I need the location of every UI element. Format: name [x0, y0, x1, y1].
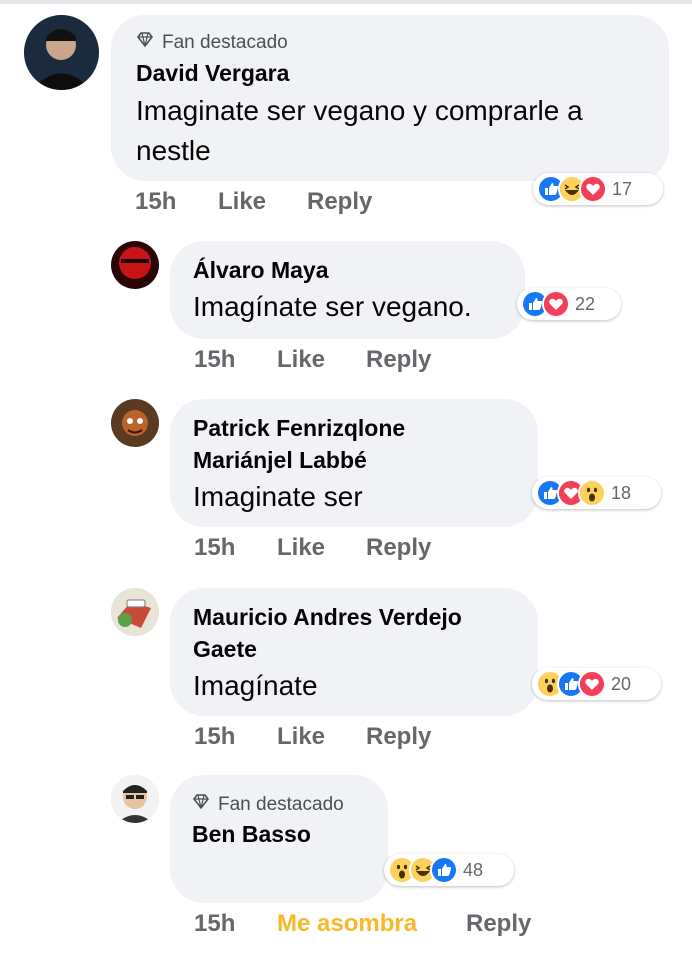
love-reaction-icon: [542, 290, 570, 318]
reply-button[interactable]: Reply: [366, 534, 431, 562]
comment-bubble: Álvaro Maya Imagínate ser vegano.: [170, 241, 525, 339]
like-button[interactable]: Like: [277, 346, 325, 374]
like-button[interactable]: Like: [218, 188, 266, 216]
reaction-summary[interactable]: 17: [533, 173, 663, 205]
author-name-line: Mariánjel Labbé: [193, 447, 367, 473]
fan-badge: Fan destacado: [192, 793, 344, 817]
comment-text-line: Imaginate ser vegano y comprarle a: [136, 95, 583, 126]
avatar[interactable]: [111, 775, 159, 823]
author-name[interactable]: Mauricio Andres Verdejo Gaete: [193, 601, 462, 665]
timestamp[interactable]: 15h: [135, 188, 176, 216]
author-name[interactable]: David Vergara: [136, 57, 289, 89]
author-name-line: Patrick Fenrizqlone: [193, 415, 406, 441]
timestamp[interactable]: 15h: [194, 723, 235, 751]
author-name[interactable]: Ben Basso: [192, 818, 311, 850]
reaction-count: 20: [611, 673, 632, 694]
avatar[interactable]: [111, 588, 159, 636]
like-button[interactable]: Like: [277, 723, 325, 751]
timestamp[interactable]: 15h: [194, 910, 235, 938]
love-reaction-icon: [578, 670, 606, 698]
reply-button[interactable]: Reply: [466, 910, 531, 938]
reaction-summary[interactable]: 22: [517, 288, 621, 320]
diamond-badge-icon: [136, 31, 154, 55]
avatar[interactable]: [111, 399, 159, 447]
comment-bubble: Patrick Fenrizqlone Mariánjel Labbé Imag…: [170, 399, 538, 527]
author-name[interactable]: Patrick Fenrizqlone Mariánjel Labbé: [193, 412, 405, 476]
reaction-count: 22: [575, 293, 596, 314]
diamond-badge-icon: [192, 793, 210, 817]
comment-text: Imagínate: [193, 670, 318, 701]
timestamp[interactable]: 15h: [194, 534, 235, 562]
author-name-line: Gaete: [193, 636, 257, 662]
like-reaction-icon: [430, 856, 458, 884]
author-name[interactable]: Álvaro Maya: [193, 254, 329, 286]
comment-text: Imagínate ser vegano.: [193, 291, 472, 322]
timestamp[interactable]: 15h: [194, 346, 235, 374]
author-name-line: Mauricio Andres Verdejo: [193, 604, 462, 630]
reaction-button[interactable]: Me asombra: [277, 910, 417, 938]
comment-bubble: Mauricio Andres Verdejo Gaete Imagínate: [170, 588, 538, 716]
top-divider: [0, 0, 692, 4]
comment-bubble: Fan destacado David Vergara Imaginate se…: [111, 15, 669, 181]
fan-badge: Fan destacado: [136, 31, 288, 55]
reaction-summary[interactable]: 18: [532, 477, 661, 509]
reply-button[interactable]: Reply: [366, 723, 431, 751]
avatar[interactable]: [24, 15, 99, 90]
badge-label: Fan destacado: [162, 32, 288, 53]
comment-text: Imaginate ser vegano y comprarle a nestl…: [136, 91, 583, 171]
comment-bubble: Fan destacado Ben Basso: [170, 775, 388, 903]
like-button[interactable]: Like: [277, 534, 325, 562]
avatar[interactable]: [111, 241, 159, 289]
wow-reaction-icon: [578, 479, 606, 507]
reaction-count: 48: [463, 859, 484, 880]
reaction-summary[interactable]: 20: [532, 668, 661, 700]
reply-button[interactable]: Reply: [307, 188, 372, 216]
reaction-count: 18: [611, 482, 632, 503]
reaction-summary[interactable]: 48: [384, 854, 514, 886]
reply-button[interactable]: Reply: [366, 346, 431, 374]
comment-text: Imaginate ser: [193, 481, 363, 512]
love-reaction-icon: [579, 175, 607, 203]
comment-text-line: nestle: [136, 135, 211, 166]
badge-label: Fan destacado: [218, 794, 344, 815]
reaction-count: 17: [612, 178, 633, 199]
